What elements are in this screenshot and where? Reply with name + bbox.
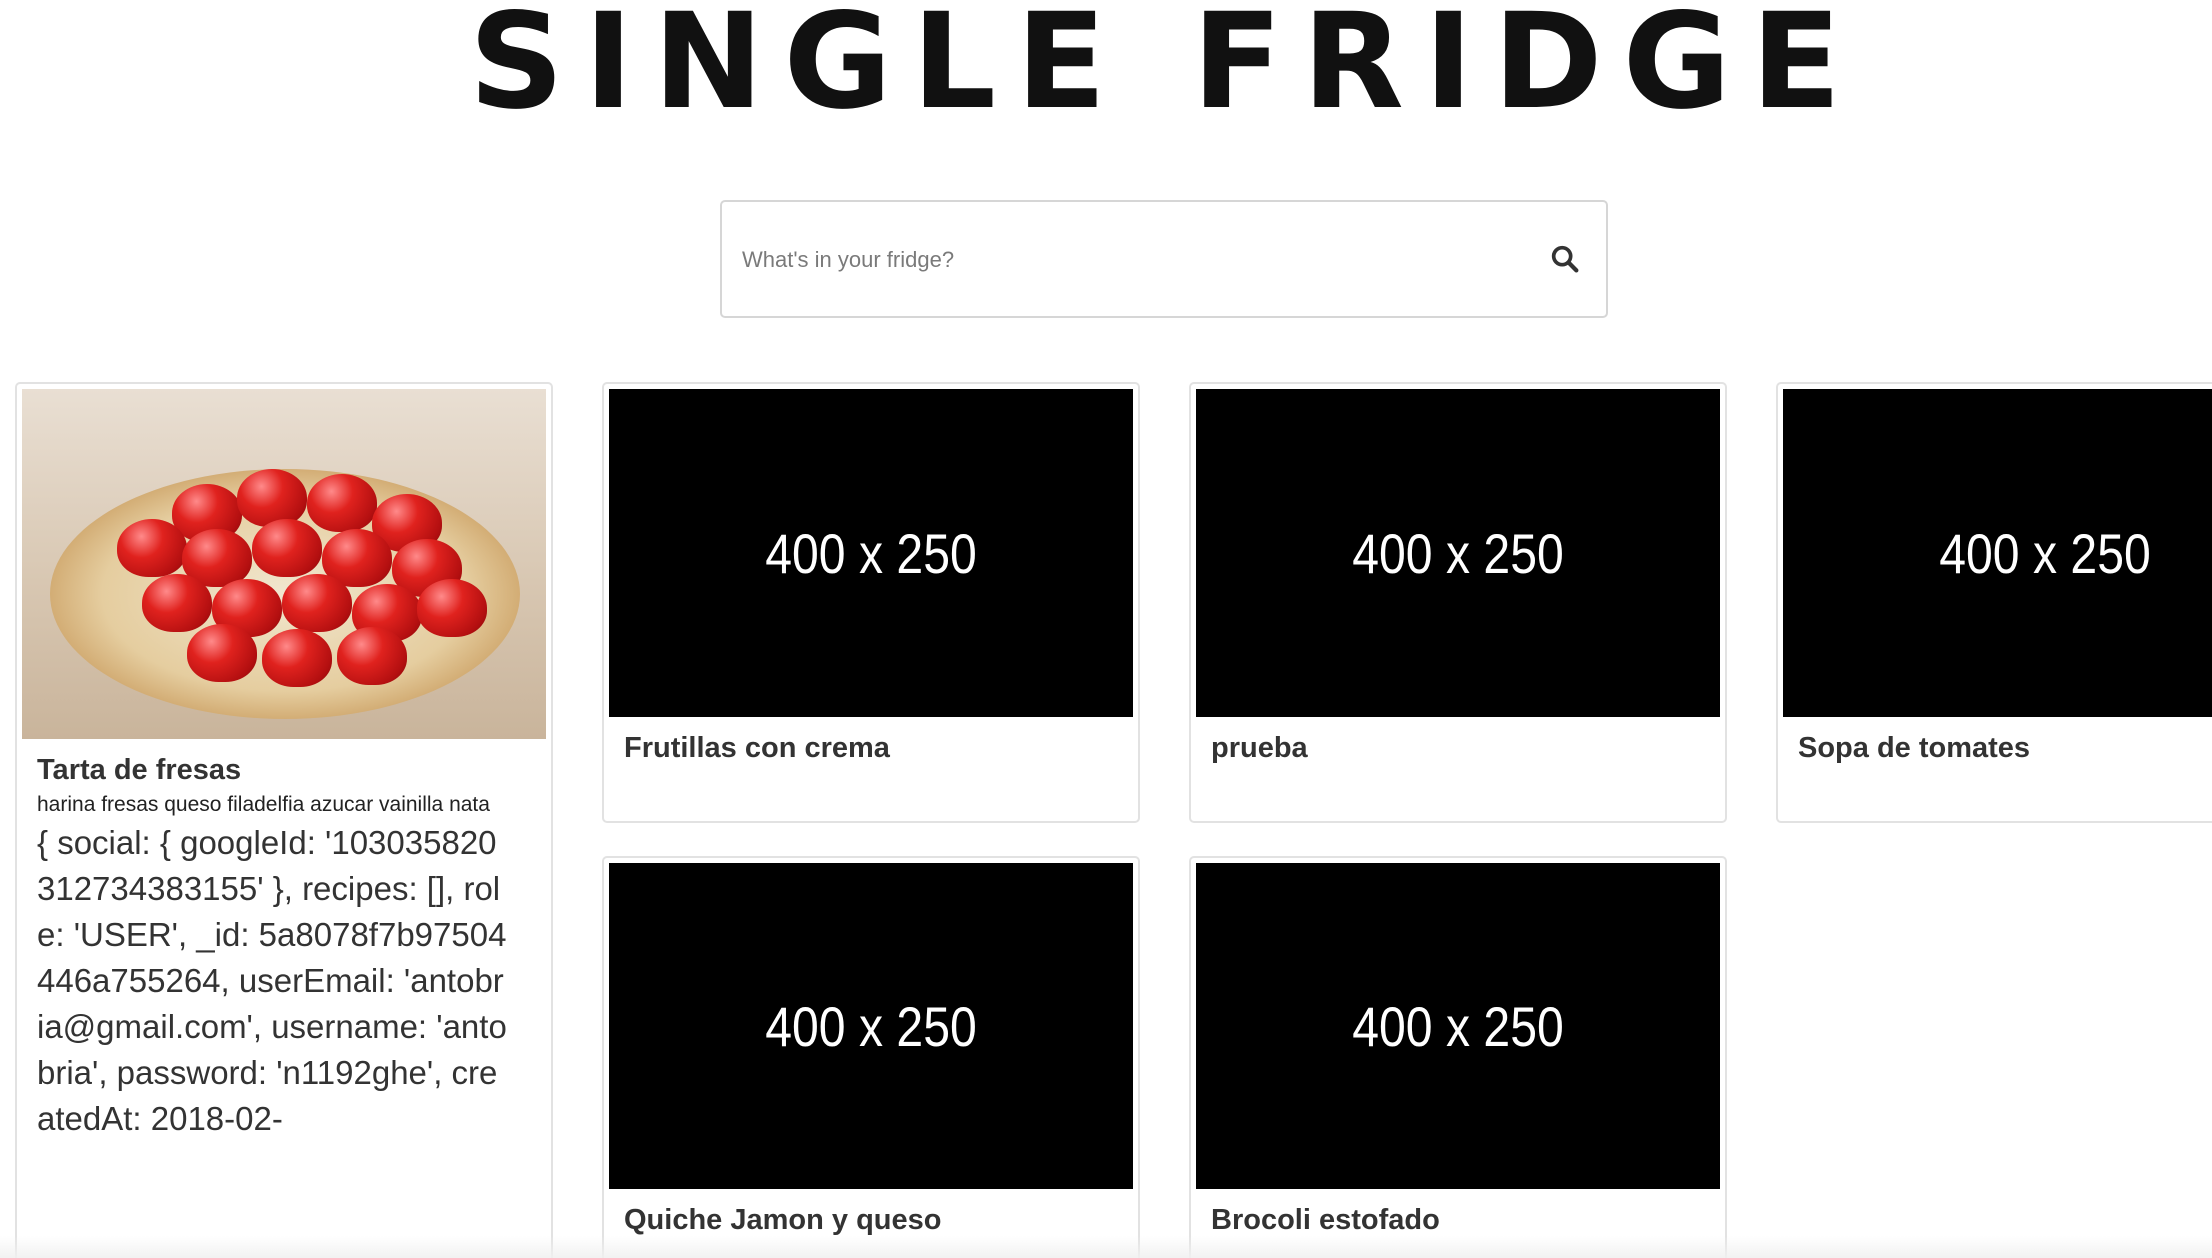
recipe-title[interactable]: prueba bbox=[1211, 732, 1308, 765]
recipe-owner-data: { social: { googleId: '10303582031273438… bbox=[37, 824, 507, 1137]
recipe-title[interactable]: Tarta de fresas bbox=[37, 754, 241, 787]
placeholder-text: 400 x 250 bbox=[765, 521, 977, 585]
recipe-image-placeholder[interactable]: 400 x 250 bbox=[1196, 389, 1720, 717]
recipe-card[interactable]: 400 x 250 Sopa de tomates bbox=[1776, 382, 2212, 823]
page: SINGLE FRIDGE What's in your fridge? Tar… bbox=[0, 0, 2212, 1258]
recipe-card[interactable]: 400 x 250 Frutillas con crema bbox=[602, 382, 1140, 823]
recipe-ingredients: harina fresas queso filadelfia azucar va… bbox=[37, 793, 490, 816]
recipe-card[interactable]: 400 x 250 Brocoli estofado bbox=[1189, 856, 1727, 1258]
bottom-fade bbox=[0, 1236, 2212, 1258]
search-box bbox=[720, 200, 1608, 318]
recipe-image[interactable] bbox=[22, 389, 546, 739]
recipe-title[interactable]: Frutillas con crema bbox=[624, 732, 890, 765]
search-icon[interactable] bbox=[1548, 242, 1582, 276]
recipe-image-placeholder[interactable]: 400 x 250 bbox=[1783, 389, 2212, 717]
site-title: SINGLE FRIDGE bbox=[468, 0, 1862, 139]
placeholder-text: 400 x 250 bbox=[1939, 521, 2151, 585]
recipe-image-placeholder[interactable]: 400 x 250 bbox=[609, 389, 1133, 717]
recipe-title[interactable]: Sopa de tomates bbox=[1798, 732, 2030, 765]
recipe-card[interactable]: 400 x 250 Quiche Jamon y queso bbox=[602, 856, 1140, 1258]
placeholder-text: 400 x 250 bbox=[1352, 994, 1564, 1058]
search-input[interactable] bbox=[740, 202, 1544, 318]
recipe-image-placeholder[interactable]: 400 x 250 bbox=[1196, 863, 1720, 1189]
recipe-card[interactable]: Tarta de fresas harina fresas queso fila… bbox=[15, 382, 553, 1258]
placeholder-text: 400 x 250 bbox=[1352, 521, 1564, 585]
placeholder-text: 400 x 250 bbox=[765, 994, 977, 1058]
recipe-title[interactable]: Quiche Jamon y queso bbox=[624, 1204, 941, 1237]
recipe-card[interactable]: 400 x 250 prueba bbox=[1189, 382, 1727, 823]
recipe-image-placeholder[interactable]: 400 x 250 bbox=[609, 863, 1133, 1189]
recipe-title[interactable]: Brocoli estofado bbox=[1211, 1204, 1440, 1237]
